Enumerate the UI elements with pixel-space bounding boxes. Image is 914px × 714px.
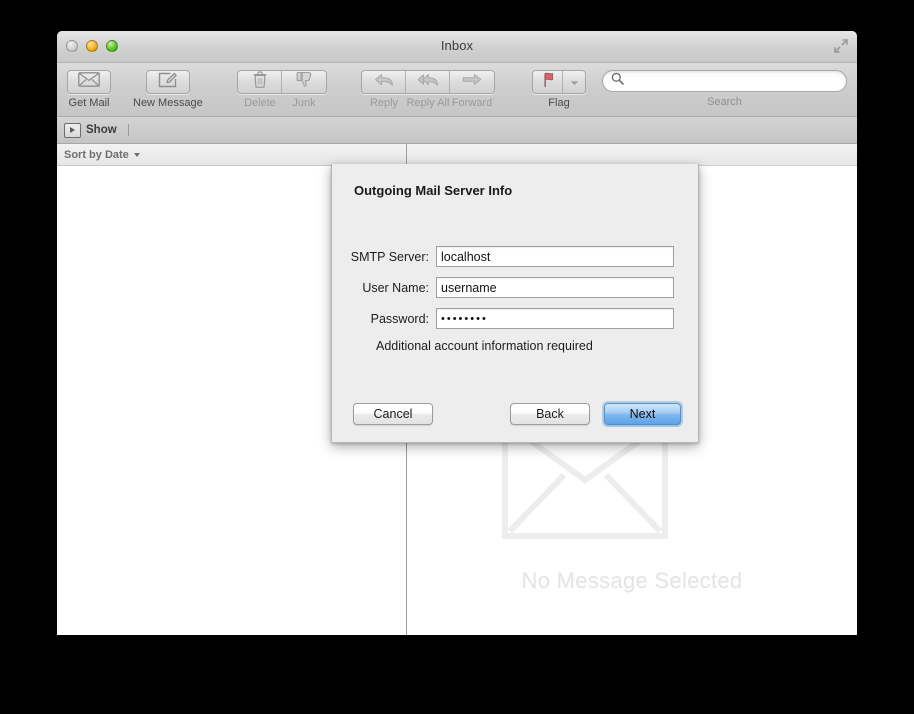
chevron-down-icon: [570, 73, 579, 91]
dialog-hint-text: Additional account information required: [376, 339, 593, 353]
reply-arrow-icon: [374, 73, 394, 92]
main-toolbar: Get Mail New Message Delete Junk Reply R…: [57, 63, 857, 117]
dialog-button-row: Cancel Back Next: [332, 403, 698, 425]
password-row: Password:: [332, 308, 698, 329]
message-view-header: [407, 144, 857, 166]
search-group: Search: [602, 70, 847, 108]
screen-root: Inbox Get Mail New Message Delete Junk R…: [0, 0, 914, 714]
reply-button[interactable]: [362, 71, 406, 93]
reply-all-arrow-icon: [417, 73, 439, 92]
new-message-button[interactable]: [145, 70, 190, 94]
disclosure-triangle-icon[interactable]: [64, 122, 81, 138]
showbar-divider: [127, 124, 129, 136]
sort-label: Sort by Date: [64, 148, 129, 161]
flag-dropdown-button[interactable]: [563, 71, 585, 93]
reply-segment: [361, 70, 495, 94]
delete-button[interactable]: [238, 71, 282, 93]
reply-label: Reply: [369, 97, 399, 109]
dialog-form: SMTP Server: User Name: Password: Additi…: [332, 246, 698, 353]
search-icon: [611, 72, 624, 90]
flag-group: Flag: [532, 70, 586, 109]
forward-button[interactable]: [450, 71, 494, 93]
reply-all-label: Reply All: [406, 97, 450, 109]
window-title: Inbox: [440, 38, 474, 53]
forward-arrow-icon: [462, 73, 482, 91]
trash-icon: [253, 71, 267, 93]
forward-label: Forward: [451, 97, 493, 109]
delete-junk-group: Delete Junk: [237, 70, 327, 109]
new-message-label: New Message: [133, 97, 203, 109]
smtp-server-field[interactable]: [436, 246, 674, 267]
user-name-field[interactable]: [436, 277, 674, 298]
outgoing-mail-server-dialog: Outgoing Mail Server Info SMTP Server: U…: [331, 164, 699, 443]
chevron-down-icon: [133, 152, 140, 157]
junk-label: Junk: [292, 97, 316, 109]
search-field[interactable]: [602, 70, 847, 92]
user-name-label: User Name:: [362, 280, 429, 295]
password-field[interactable]: [436, 308, 674, 329]
delete-label: Delete: [244, 97, 276, 109]
delete-junk-labels: Delete Junk: [238, 97, 326, 109]
window-titlebar[interactable]: Inbox: [57, 31, 857, 63]
sort-bar[interactable]: Sort by Date: [57, 144, 406, 166]
delete-junk-segment: [237, 70, 327, 94]
mail-window: Inbox Get Mail New Message Delete Junk R…: [57, 31, 857, 635]
reply-group-labels: Reply Reply All Forward: [362, 97, 494, 109]
reply-group: Reply Reply All Forward: [361, 70, 495, 109]
smtp-server-label: SMTP Server:: [350, 249, 429, 264]
user-name-row: User Name:: [332, 277, 698, 298]
cancel-button[interactable]: Cancel: [353, 403, 433, 425]
flag-label: Flag: [548, 97, 570, 109]
compose-icon: [158, 72, 178, 93]
flag-icon: [541, 72, 555, 93]
get-mail-group: Get Mail: [67, 70, 111, 109]
get-mail-label: Get Mail: [68, 97, 110, 109]
get-mail-button[interactable]: [67, 70, 111, 94]
flag-segment: [532, 70, 586, 94]
show-bar: Show: [57, 117, 857, 144]
thumbs-down-icon: [296, 71, 313, 93]
junk-button[interactable]: [282, 71, 326, 93]
next-button[interactable]: Next: [604, 403, 681, 425]
search-label: Search: [707, 96, 742, 108]
envelope-icon: [78, 72, 100, 92]
no-message-selected-text: No Message Selected: [521, 568, 743, 593]
reply-all-button[interactable]: [406, 71, 450, 93]
new-message-group: New Message: [133, 70, 203, 109]
smtp-server-row: SMTP Server:: [332, 246, 698, 267]
dialog-title: Outgoing Mail Server Info: [354, 183, 513, 198]
password-label: Password:: [370, 311, 429, 326]
search-input[interactable]: [624, 74, 846, 88]
show-label[interactable]: Show: [86, 124, 117, 136]
flag-button[interactable]: [533, 71, 563, 93]
back-button[interactable]: Back: [510, 403, 590, 425]
fullscreen-button[interactable]: [833, 38, 849, 54]
